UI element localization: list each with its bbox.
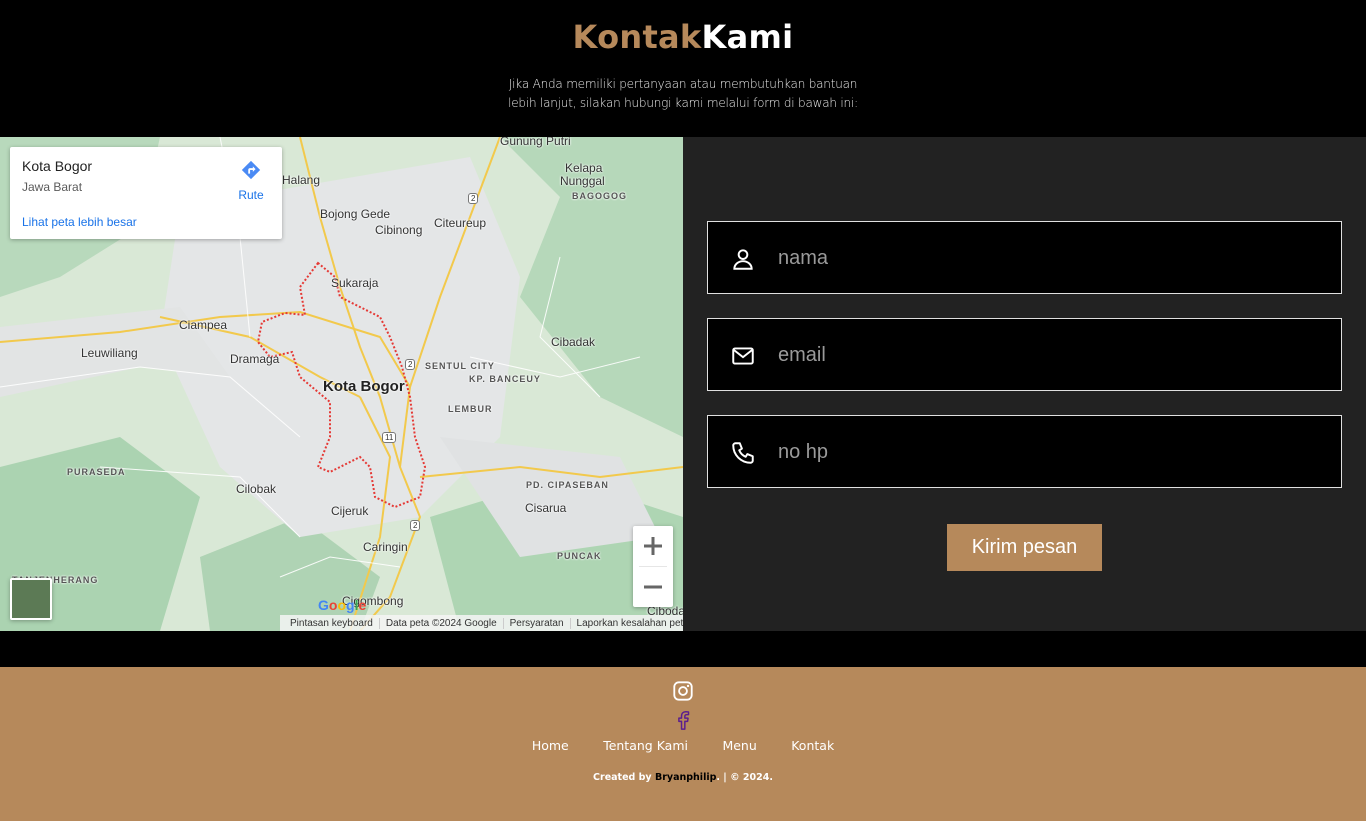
map-label-dramaga: Dramaga <box>230 352 280 366</box>
credit-prefix: Created by <box>593 772 652 783</box>
instagram-icon[interactable] <box>672 680 694 702</box>
map-label-cibinong: Cibinong <box>375 223 423 237</box>
footer: Home Tentang Kami Menu Kontak Created by… <box>0 667 1366 821</box>
phone-icon <box>732 442 754 464</box>
map-place-name: Kota Bogor <box>22 158 93 174</box>
map-label-nunggal: Nunggal <box>560 174 605 188</box>
map-attribution: Pintasan keyboard Data peta ©2024 Google… <box>280 615 683 631</box>
credit-suffix: . | © 2024. <box>716 772 773 783</box>
map-label-kota-bogor: Kota Bogor <box>323 378 405 395</box>
footer-link-tentang-kami[interactable]: Tentang Kami <box>603 738 688 753</box>
keyboard-shortcuts-link[interactable]: Pintasan keyboard <box>284 618 379 629</box>
map-layer-toggle[interactable] <box>10 578 52 620</box>
footer-link-home[interactable]: Home <box>532 738 569 753</box>
map-place-card: Kota Bogor Jawa Barat Lihat peta lebih b… <box>10 147 282 239</box>
footer-nav: Home Tentang Kami Menu Kontak <box>0 737 1366 755</box>
user-icon <box>733 249 753 270</box>
map-label-sukaraja: Sukaraja <box>331 276 379 290</box>
name-field <box>707 221 1342 294</box>
map-label-leuwiliang: Leuwiliang <box>81 346 138 360</box>
google-map[interactable]: Gunung Putri Kelapa Nunggal BAGOGOG Hala… <box>0 137 683 631</box>
map-place-region: Jawa Barat <box>22 180 83 194</box>
route-label: Rute <box>238 188 264 202</box>
map-label-lembur: LEMBUR <box>448 404 493 414</box>
map-zoom-controls <box>633 526 673 607</box>
plus-icon <box>644 537 662 555</box>
map-label-kp-banceuy: KP. BANCEUY <box>469 374 541 384</box>
map-label-citeureup: Citeureup <box>434 216 487 230</box>
map-label-caringin: Caringin <box>363 540 408 554</box>
mail-icon <box>732 347 754 365</box>
map-label-gunung-putri: Gunung Putri <box>500 137 571 148</box>
route-shield-2: 2 <box>405 359 416 370</box>
map-label-halang: Halang <box>282 173 321 187</box>
zoom-out-button[interactable] <box>633 567 673 607</box>
page-title: KontakKami <box>0 18 1366 56</box>
map-label-cilobak: Cilobak <box>236 482 277 496</box>
minus-icon <box>644 585 662 589</box>
zoom-in-button[interactable] <box>633 526 673 566</box>
google-logo: Google <box>318 597 367 613</box>
map-label-ciampea: Ciampea <box>179 318 228 332</box>
credit-author-link[interactable]: Bryanphilip <box>655 772 716 783</box>
route-shield-2: 2 <box>468 193 479 204</box>
route-shield-2: 2 <box>410 520 421 531</box>
map-label-puraseda: PURASEDA <box>67 467 126 477</box>
contact-header: KontakKami Jika Anda memiliki pertanyaan… <box>0 0 1366 137</box>
phone-input[interactable] <box>778 434 1318 470</box>
map-label-kelapa: Kelapa <box>565 161 603 175</box>
footer-credit: Created by Bryanphilip. | © 2024. <box>0 772 1366 783</box>
footer-link-kontak[interactable]: Kontak <box>791 738 834 753</box>
map-label-cibadak: Cibadak <box>551 335 596 349</box>
map-label-puncak: PUNCAK <box>557 551 602 561</box>
view-larger-map-link[interactable]: Lihat peta lebih besar <box>22 215 137 229</box>
title-part-kontak: Kontak <box>572 18 702 56</box>
terms-link[interactable]: Persyaratan <box>502 617 570 629</box>
map-label-cijeruk: Cijeruk <box>331 504 369 518</box>
map-label-pd-cipaseban: PD. CIPASEBAN <box>526 480 609 490</box>
route-button[interactable]: Rute <box>236 159 266 202</box>
send-message-button[interactable]: Kirim pesan <box>947 524 1102 571</box>
map-data-attribution: Data peta ©2024 Google <box>378 617 503 629</box>
title-part-kami: Kami <box>701 18 794 56</box>
map-label-bojong-gede: Bojong Gede <box>320 207 391 221</box>
route-shield-11: 11 <box>382 432 397 443</box>
map-label-sentul-city: SENTUL CITY <box>425 361 495 371</box>
report-error-link[interactable]: Laporkan kesalahan peta <box>569 617 683 629</box>
map-label-bagogog: BAGOGOG <box>572 191 628 201</box>
page-subtitle: Jika Anda memiliki pertanyaan atau membu… <box>483 75 883 113</box>
email-field <box>707 318 1342 391</box>
name-input[interactable] <box>778 240 1318 276</box>
phone-field <box>707 415 1342 488</box>
email-input[interactable] <box>778 337 1318 373</box>
footer-link-menu[interactable]: Menu <box>722 738 756 753</box>
subtitle-line-2: lebih lanjut, silakan hubungi kami melal… <box>508 96 858 110</box>
facebook-icon[interactable] <box>672 709 694 731</box>
contact-form: Kirim pesan <box>683 137 1366 631</box>
contact-row: Gunung Putri Kelapa Nunggal BAGOGOG Hala… <box>0 137 1366 631</box>
subtitle-line-1: Jika Anda memiliki pertanyaan atau membu… <box>508 77 858 91</box>
map-label-cisarua: Cisarua <box>525 501 567 515</box>
directions-icon <box>241 160 261 180</box>
